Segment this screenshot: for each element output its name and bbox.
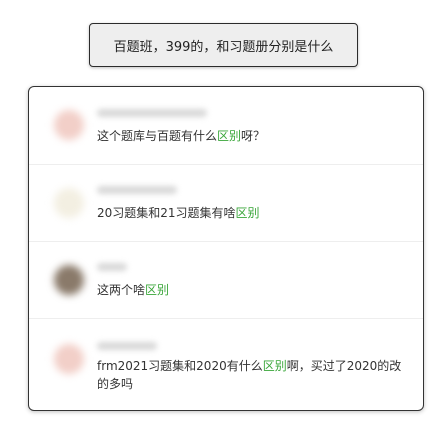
result-comment: frm2021习题集和2020有什么区别啊，买过了2020的改的多吗 — [97, 359, 402, 391]
result-comment: 这个题库与百题有什么区别呀？ — [97, 129, 266, 143]
result-item[interactable]: 20习题集和21习题集有啥区别 — [29, 164, 423, 242]
result-comment: 这两个啥区别 — [97, 283, 170, 297]
result-comment: 20习题集和21习题集有啥区别 — [97, 206, 260, 220]
username-blurred — [97, 342, 157, 350]
result-item[interactable]: 这个题库与百题有什么区别呀？ — [29, 87, 423, 165]
avatar — [54, 344, 84, 374]
avatar — [54, 110, 84, 140]
username-blurred — [97, 109, 207, 117]
highlight-keyword: 区别 — [235, 206, 260, 220]
username-blurred — [97, 186, 177, 194]
avatar — [54, 188, 84, 218]
result-item[interactable]: frm2021习题集和2020有什么区别啊，买过了2020的改的多吗 — [29, 318, 423, 410]
results-panel: 这个题库与百题有什么区别呀？ 20习题集和21习题集有啥区别 这两个啥区别 fr… — [28, 86, 424, 411]
highlight-keyword: 区别 — [217, 129, 242, 143]
result-item[interactable]: 这两个啥区别 — [29, 241, 423, 319]
username-blurred — [97, 263, 127, 271]
search-query-box[interactable]: 百题班，399的，和习题册分别是什么 — [89, 23, 358, 67]
avatar — [54, 265, 84, 295]
search-query-text: 百题班，399的，和习题册分别是什么 — [113, 39, 334, 55]
highlight-keyword: 区别 — [262, 359, 287, 373]
highlight-keyword: 区别 — [145, 283, 170, 297]
